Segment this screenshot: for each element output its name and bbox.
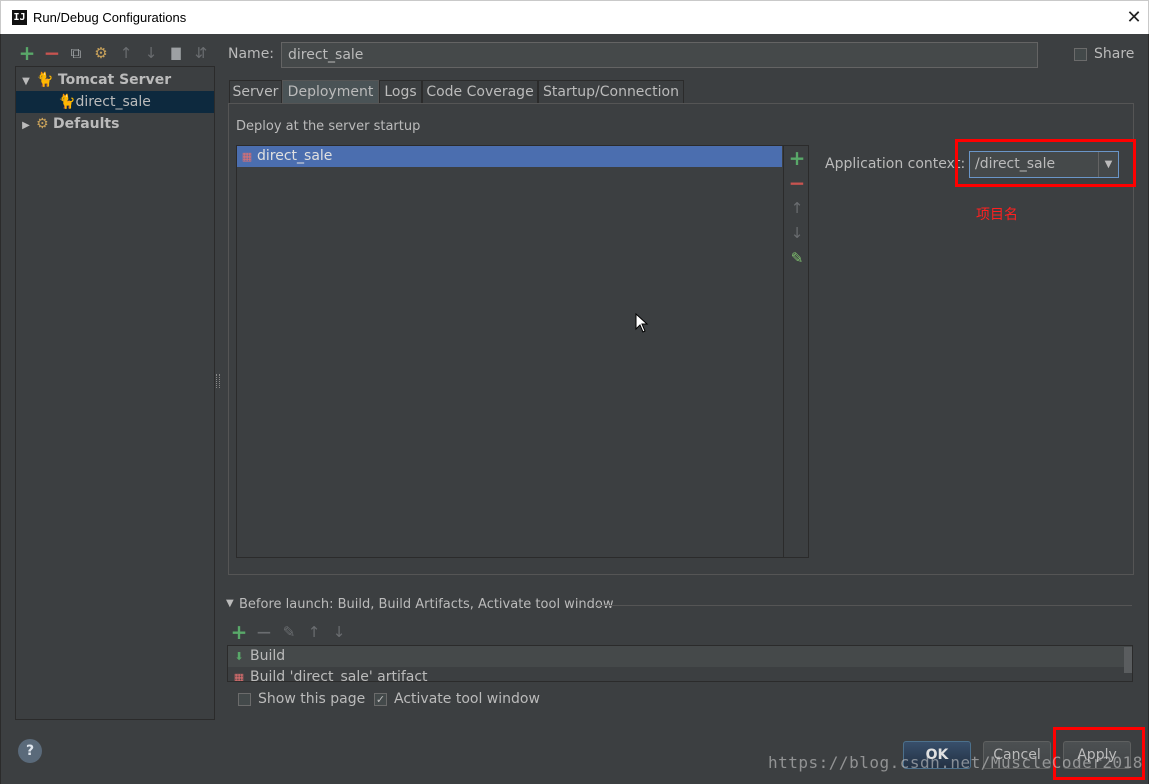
tomcat-icon: 🐈	[58, 94, 76, 110]
share-checkbox[interactable]	[1074, 48, 1087, 61]
tab-server[interactable]: Server	[229, 80, 282, 104]
expand-arrow-icon[interactable]: ▶	[16, 115, 36, 137]
name-input[interactable]: direct_sale	[281, 42, 1038, 68]
activate-tool-label: Activate tool window	[394, 691, 540, 707]
show-page-checkbox[interactable]	[238, 693, 251, 706]
collapse-arrow-icon[interactable]: ▼	[226, 598, 234, 609]
annotation-project-name: 项目名	[976, 207, 1018, 223]
tree-item-label: direct_sale	[75, 94, 151, 110]
move-up-icon[interactable]: ↑	[787, 198, 807, 218]
list-item-label: Build 'direct_sale' artifact	[250, 669, 428, 682]
watermark-text: https://blog.csdn.net/MuscleCoder2018	[768, 753, 1143, 772]
remove-task-icon[interactable]: −	[254, 622, 274, 642]
sort-icon[interactable]: ⇵	[191, 43, 211, 63]
tab-logs[interactable]: Logs	[379, 80, 422, 104]
show-page-label: Show this page	[258, 691, 366, 707]
list-item-label: Build	[250, 648, 286, 664]
configuration-tree: ▼ 🐈 Tomcat Server 🐈direct_sale ▶ ⚙ Default…	[15, 66, 215, 720]
splitter-handle[interactable]	[216, 374, 220, 388]
list-item[interactable]: ▦ direct_sale	[237, 146, 782, 167]
separator	[596, 605, 1132, 606]
tab-code-coverage[interactable]: Code Coverage	[422, 80, 538, 104]
wrench-icon: ⚙	[36, 116, 49, 132]
tab-startup-connection[interactable]: Startup/Connection	[538, 80, 684, 104]
artifact-icon: ▦	[241, 150, 253, 163]
edit-artifact-icon[interactable]: ✎	[787, 248, 807, 268]
before-launch-list: ⬇ Build ▦ Build 'direct_sale' artifact	[227, 645, 1133, 682]
move-down-icon[interactable]: ↓	[141, 43, 161, 63]
expand-arrow-icon[interactable]: ▼	[16, 71, 36, 93]
add-task-icon[interactable]: +	[229, 622, 249, 642]
folder-icon[interactable]: ▇	[166, 43, 186, 63]
share-label: Share	[1094, 46, 1135, 62]
copy-configuration-icon[interactable]: ⧉	[66, 43, 86, 63]
intellij-logo-icon: IJ	[12, 10, 27, 25]
tree-item-tomcat-server[interactable]: ▼ 🐈 Tomcat Server	[16, 69, 214, 91]
add-artifact-icon[interactable]: +	[787, 148, 807, 168]
tree-item-label: Tomcat Server	[57, 72, 172, 88]
edit-task-icon[interactable]: ✎	[279, 622, 299, 642]
scrollbar-thumb[interactable]	[1124, 647, 1132, 673]
deploy-side-toolbar: + − ↑ ↓ ✎	[783, 146, 809, 557]
name-label: Name:	[228, 46, 275, 62]
add-configuration-icon[interactable]: +	[17, 43, 37, 63]
deploy-list: ▦ direct_sale	[236, 145, 809, 558]
tree-item-direct-sale[interactable]: 🐈direct_sale	[16, 91, 214, 113]
move-down-icon[interactable]: ↓	[329, 622, 349, 642]
list-item[interactable]: ▦ Build 'direct_sale' artifact	[228, 667, 1132, 682]
move-up-icon[interactable]: ↑	[304, 622, 324, 642]
mouse-cursor-icon	[635, 313, 649, 333]
help-button[interactable]: ?	[18, 739, 42, 763]
highlight-box	[955, 139, 1136, 187]
tab-deployment[interactable]: Deployment	[282, 80, 379, 104]
deploy-heading: Deploy at the server startup	[236, 119, 421, 134]
remove-artifact-icon[interactable]: −	[787, 173, 807, 193]
list-item[interactable]: ⬇ Build	[228, 646, 1132, 667]
tree-item-label: Defaults	[53, 116, 120, 132]
window-title: Run/Debug Configurations	[33, 10, 187, 25]
artifact-icon: ▦	[233, 671, 245, 682]
window-titlebar: IJ Run/Debug Configurations ✕	[0, 0, 1149, 34]
tree-item-defaults[interactable]: ▶ ⚙ Defaults	[16, 113, 214, 135]
build-icon: ⬇	[234, 650, 244, 663]
app-context-label: Application context:	[825, 156, 966, 172]
move-up-icon[interactable]: ↑	[116, 43, 136, 63]
edit-defaults-icon[interactable]: ⚙	[91, 43, 111, 63]
tomcat-icon: 🐈	[36, 72, 54, 88]
move-down-icon[interactable]: ↓	[787, 223, 807, 243]
activate-tool-checkbox[interactable]: ✓	[374, 693, 387, 706]
remove-configuration-icon[interactable]: −	[42, 43, 62, 63]
close-window-button[interactable]: ✕	[1125, 7, 1143, 28]
list-item-label: direct_sale	[257, 148, 333, 164]
before-launch-heading[interactable]: Before launch: Build, Build Artifacts, A…	[239, 597, 614, 612]
